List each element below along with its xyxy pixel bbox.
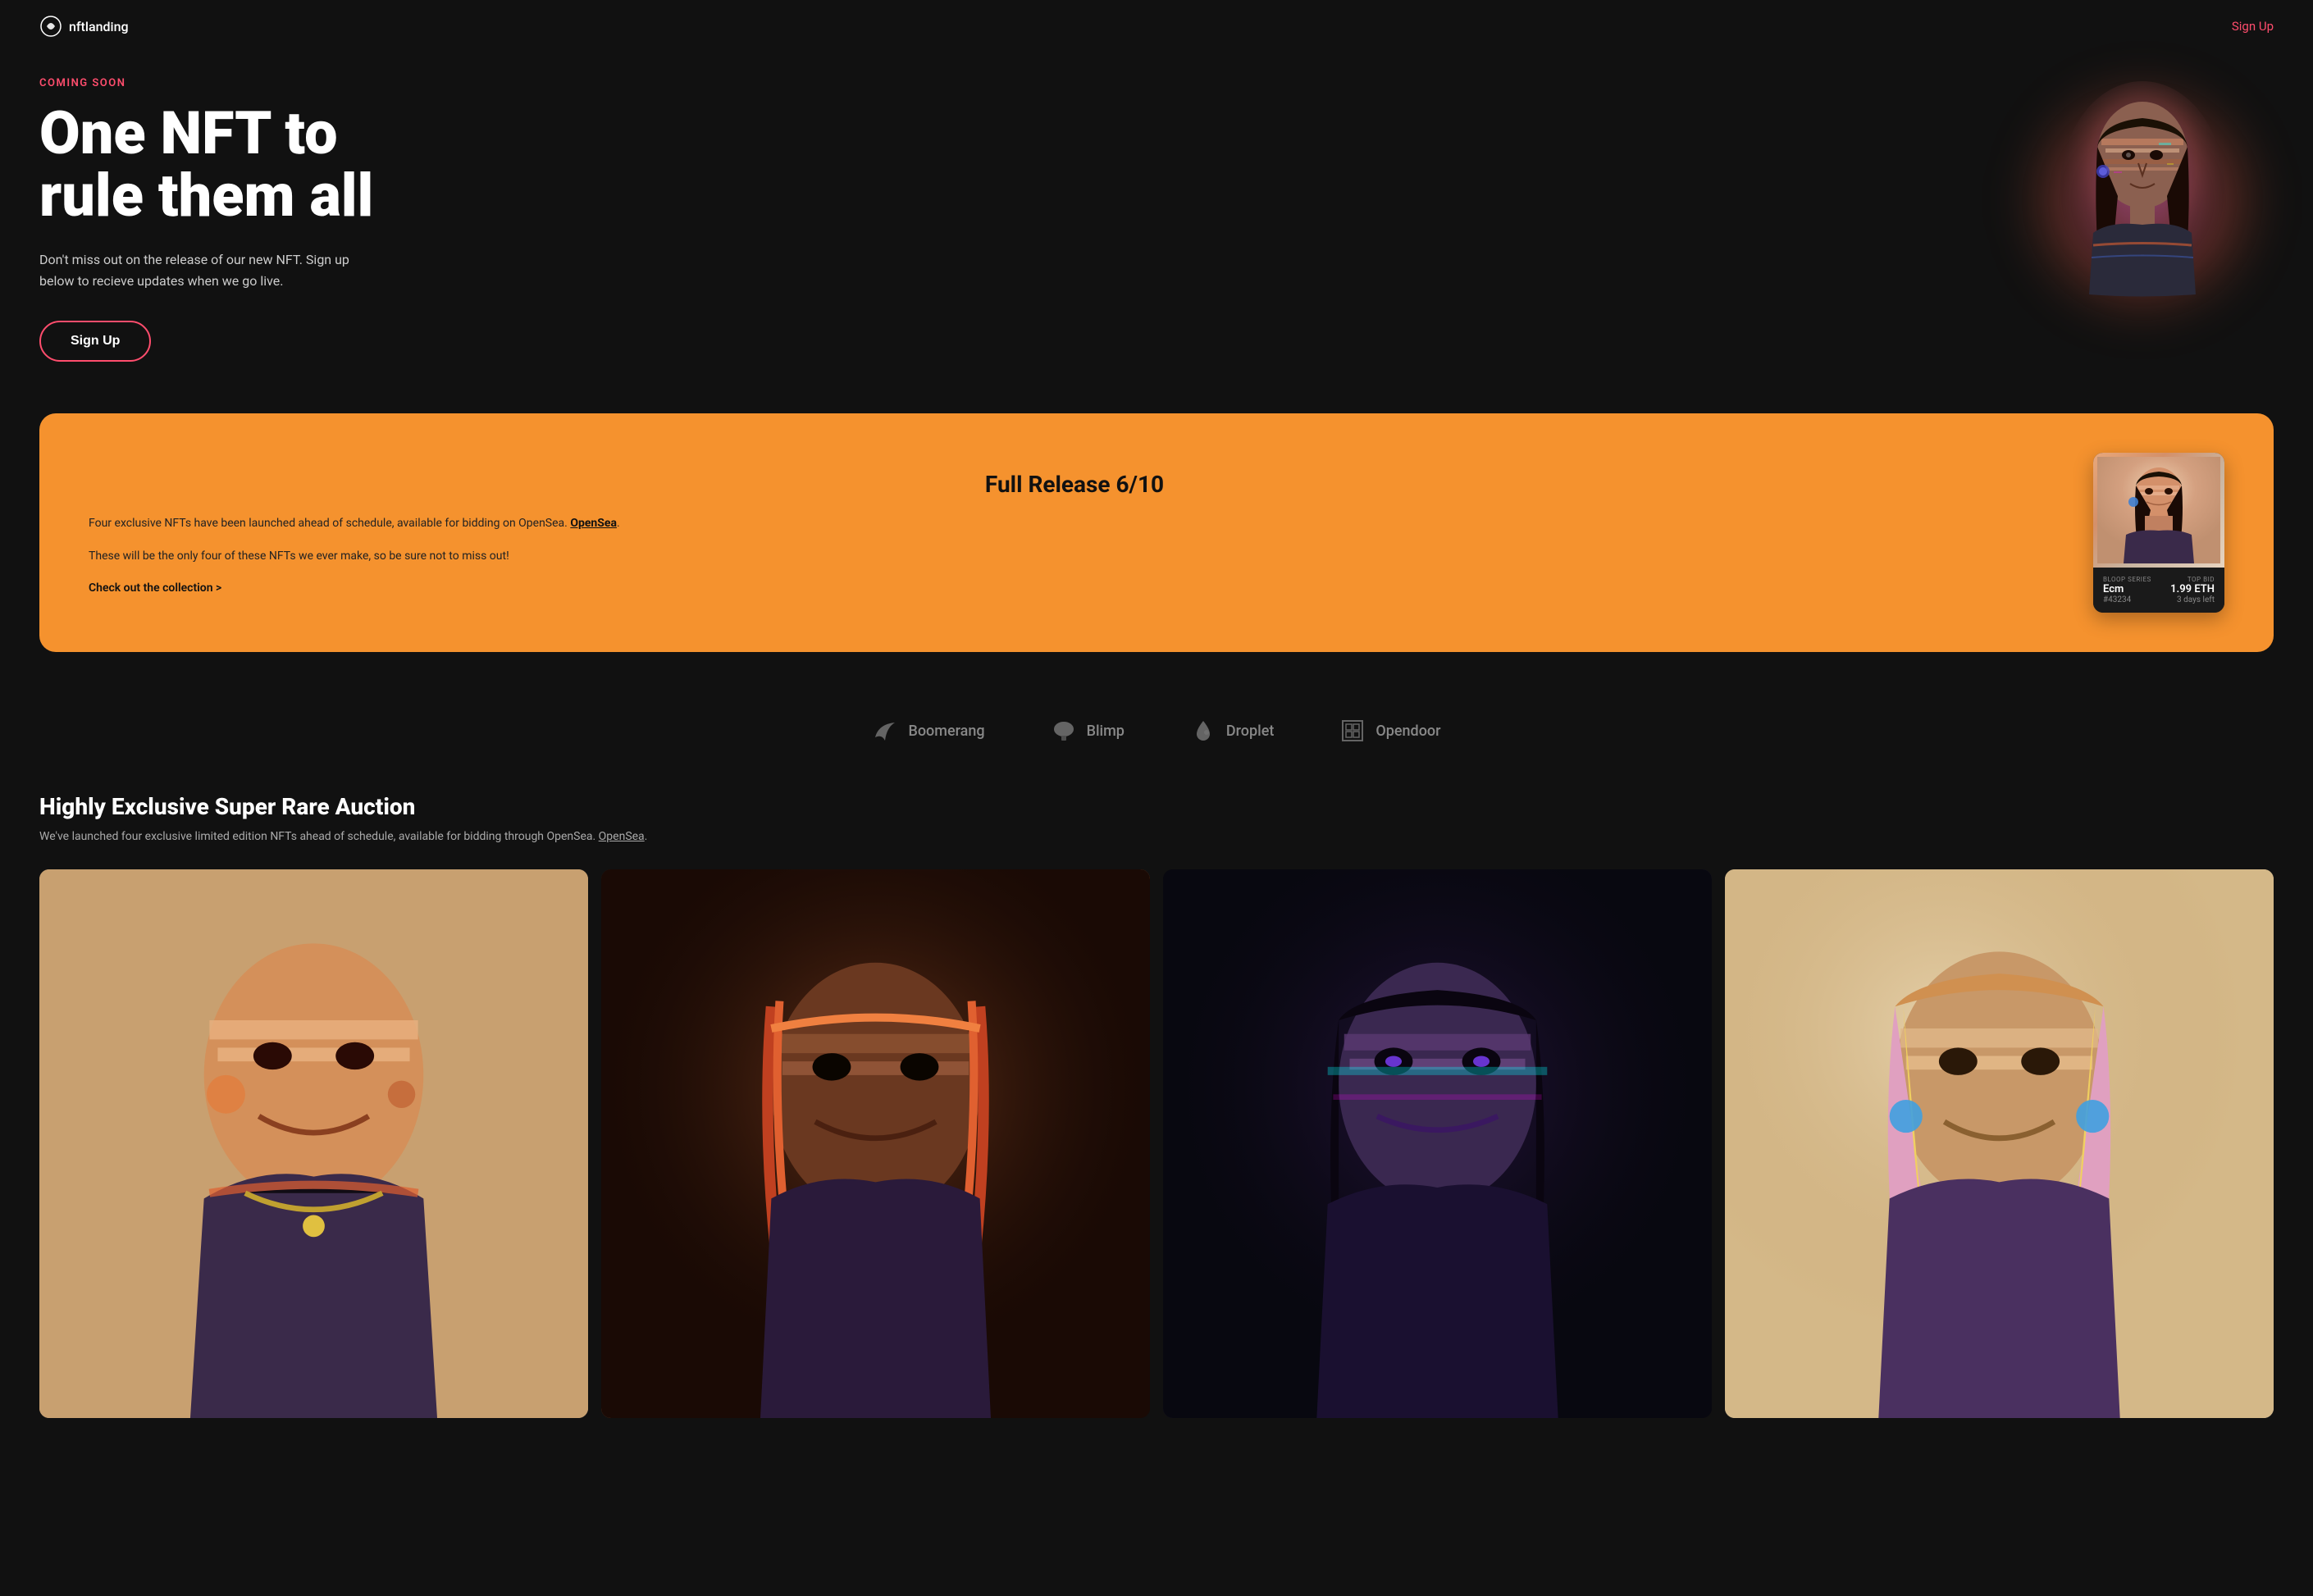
partner-droplet: Droplet — [1190, 718, 1274, 744]
release-card-content: Full Release 6/10 Four exclusive NFTs ha… — [89, 471, 2060, 595]
blimp-icon — [1051, 718, 1077, 744]
navbar: nftlanding Sign Up — [0, 0, 2313, 52]
release-nft-info: BLOOP SERIES Ecm #43234 TOP BID 1.99 ETH… — [2093, 568, 2224, 613]
auction-card-4[interactable] — [1725, 869, 2274, 1418]
partner-boomerang: Boomerang — [872, 718, 984, 744]
collection-link[interactable]: Check out the collection > — [89, 581, 221, 595]
auction-card-2[interactable] — [601, 869, 1150, 1418]
auction-card-3[interactable] — [1163, 869, 1712, 1418]
hero-image-container — [2011, 69, 2274, 364]
logo-text: nftlanding — [69, 19, 129, 34]
partners-section: Boomerang Blimp Droplet Opendoor — [0, 701, 2313, 793]
opensea-link-1[interactable]: OpenSea — [570, 517, 617, 530]
nft-bid-value: 1.99 ETH — [2170, 583, 2215, 595]
hero-section: COMING SOON One NFT to rule them all Don… — [0, 52, 2313, 413]
release-title: Full Release 6/10 — [89, 471, 2060, 498]
hero-title-line1: One NFT to — [39, 98, 338, 168]
hero-title-line2: rule them all — [39, 161, 373, 230]
coming-soon-badge: COMING SOON — [39, 77, 373, 89]
auction-card-1[interactable] — [39, 869, 588, 1418]
logo-icon — [39, 15, 62, 38]
nft-time-left: 3 days left — [2170, 595, 2215, 604]
hero-nft-illustration — [2044, 73, 2241, 344]
auction-title: Highly Exclusive Super Rare Auction — [39, 793, 2274, 820]
hero-nft-figure — [2036, 69, 2249, 348]
auction-description: We've launched four exclusive limited ed… — [39, 830, 2274, 843]
release-card: Full Release 6/10 Four exclusive NFTs ha… — [39, 413, 2274, 652]
logo: nftlanding — [39, 15, 129, 38]
auction-section: Highly Exclusive Super Rare Auction We'v… — [0, 793, 2313, 1467]
droplet-icon — [1190, 718, 1216, 744]
partner-opendoor-label: Opendoor — [1375, 723, 1440, 740]
nav-signup-link[interactable]: Sign Up — [2232, 19, 2274, 34]
boomerang-icon — [872, 718, 898, 744]
partner-opendoor: Opendoor — [1339, 718, 1440, 744]
hero-signup-button[interactable]: Sign Up — [39, 321, 151, 362]
partner-blimp: Blimp — [1051, 718, 1125, 744]
partner-blimp-label: Blimp — [1087, 723, 1125, 740]
hero-title: One NFT to rule them all — [39, 103, 373, 226]
opendoor-icon — [1339, 718, 1366, 744]
partner-droplet-label: Droplet — [1226, 723, 1274, 740]
auction-nft-art-3 — [1163, 869, 1712, 1418]
nft-bid-label: TOP BID — [2170, 576, 2215, 583]
auction-nft-art-4 — [1725, 869, 2274, 1418]
partner-boomerang-label: Boomerang — [908, 723, 984, 740]
release-paragraph2: These will be the only four of these NFT… — [89, 547, 2060, 567]
nft-id: #43234 — [2103, 595, 2151, 604]
release-paragraph1: Four exclusive NFTs have been launched a… — [89, 514, 2060, 534]
opensea-link-2[interactable]: OpenSea — [599, 830, 645, 843]
hero-description: Don't miss out on the release of our new… — [39, 249, 367, 291]
release-section: Full Release 6/10 Four exclusive NFTs ha… — [0, 413, 2313, 701]
auction-grid — [39, 869, 2274, 1418]
auction-nft-art-1 — [39, 869, 588, 1418]
nft-series-label: BLOOP SERIES — [2103, 576, 2151, 583]
release-nft-art — [2097, 457, 2220, 563]
release-nft-card: BLOOP SERIES Ecm #43234 TOP BID 1.99 ETH… — [2093, 453, 2224, 613]
release-nft-image — [2093, 453, 2224, 568]
nft-series-name: Ecm — [2103, 583, 2151, 595]
hero-content: COMING SOON One NFT to rule them all Don… — [39, 69, 373, 362]
auction-nft-art-2 — [601, 869, 1150, 1418]
